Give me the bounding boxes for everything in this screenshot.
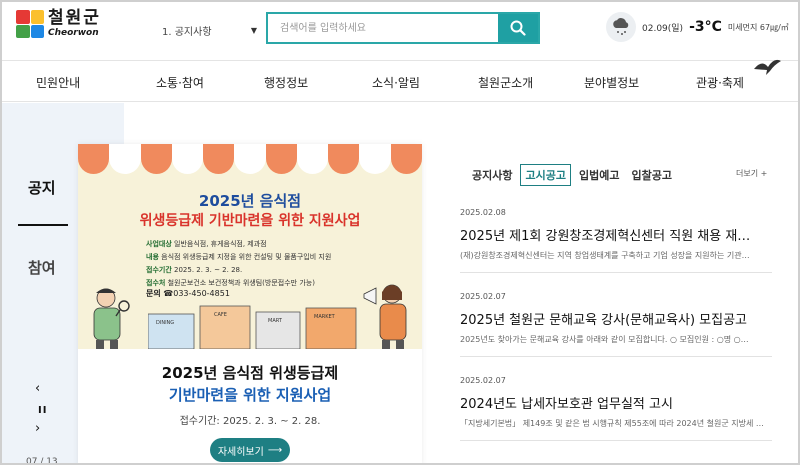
view-details-button[interactable]: 자세히보기 ⟶ xyxy=(210,438,290,462)
list-item[interactable]: 2025.02.07 2024년도 납세자보호관 업무실적 고시 「지방세기본법… xyxy=(460,376,772,429)
notice-date: 2025.02.07 xyxy=(460,292,506,301)
tab-bid-notices[interactable]: 입찰공고 xyxy=(627,165,675,185)
poster-awning xyxy=(78,144,422,182)
weather-widget: 02.09(일) -3°C 미세먼지 67㎍/㎥ xyxy=(606,12,789,42)
list-item[interactable]: 2025.02.07 2025년 철원군 문해교육 강사(문해교육사) 모집공고… xyxy=(460,292,772,345)
notice-title: 2025년 제1회 강원창조경제혁신센터 직원 채용 재… xyxy=(460,229,751,244)
category-select-value: 1. 공지사항 xyxy=(162,26,212,38)
notice-date: 2025.02.08 xyxy=(460,208,506,217)
notice-description: (재)강원창조경제혁신센터는 지역 창업생태계를 구축하고 기업 성장을 지원하… xyxy=(460,251,750,260)
poster-details: 사업대상 일반음식점, 휴게음식점, 제과점 내용 음식점 위생등급제 지정을 … xyxy=(146,240,332,287)
prev-slide-button[interactable]: ‹ xyxy=(35,381,40,396)
arrow-right-icon: ⟶ xyxy=(267,444,283,456)
search-icon xyxy=(510,20,526,36)
weather-temperature: -3°C xyxy=(689,19,722,35)
main-nav: 민원안내 소통·참여 행정정보 소식·알림 철원군소개 분야별정보 관광·축제 xyxy=(2,59,798,102)
notice-title: 2025년 철원군 문해교육 강사(문해교육사) 모집공고 xyxy=(460,313,747,328)
poster-phone: 문의 ☎033-450-4851 xyxy=(146,289,230,298)
nav-item-fields[interactable]: 분야별정보 xyxy=(584,74,639,91)
feature-poster-image: 2025년 음식점 위생등급제 기반마련을 위한 지원사업 사업대상 일반음식점… xyxy=(78,144,422,349)
tab-public-notices[interactable]: 고시공고 xyxy=(520,164,571,186)
weather-date: 02.09(일) xyxy=(642,23,684,34)
slide-counter: 07 / 13 xyxy=(26,457,58,465)
logo-text-en: Cheorwon xyxy=(48,28,99,38)
person-megaphone-illustration xyxy=(363,284,407,349)
feature-card[interactable]: 2025년 음식점 위생등급제 기반마련을 위한 지원사업 사업대상 일반음식점… xyxy=(78,144,422,463)
tab-legislation-notices[interactable]: 입법예고 xyxy=(575,165,623,185)
tab-announcements[interactable]: 공지사항 xyxy=(468,165,516,185)
nav-item-communication[interactable]: 소통·참여 xyxy=(156,74,204,91)
shop-sign-cafe: CAFE xyxy=(214,312,227,318)
nav-item-about[interactable]: 철원군소개 xyxy=(478,74,533,91)
site-logo[interactable]: 철원군 Cheorwon xyxy=(16,10,101,38)
notice-description: 2025년도 찾아가는 문해교육 강사를 아래와 같이 모집합니다. ○ 모집인… xyxy=(460,335,749,344)
poster-title: 2025년 음식점 xyxy=(198,192,302,210)
feature-title: 2025년 음식점 위생등급제 xyxy=(161,364,339,382)
shop-sign-mart: MART xyxy=(268,318,283,324)
tab-notice[interactable]: 공지 xyxy=(28,177,56,198)
storefront-illustration: DINING CAFE MART MARKET xyxy=(148,305,357,349)
divider xyxy=(460,272,772,273)
weather-fine-dust: 미세먼지 67㎍/㎥ xyxy=(727,22,789,32)
nav-item-news[interactable]: 소식·알림 xyxy=(372,74,420,91)
next-slide-button[interactable]: › xyxy=(35,421,40,436)
shop-sign-market: MARKET xyxy=(314,314,336,320)
crane-bird-icon xyxy=(754,59,781,75)
feature-subtitle: 기반마련을 위한 지원사업 xyxy=(168,386,332,404)
feature-period: 접수기간: 2025. 2. 3. ~ 2. 28. xyxy=(179,416,321,427)
tab-participation[interactable]: 참여 xyxy=(28,257,56,278)
pause-slide-button[interactable]: II xyxy=(38,405,47,416)
chevron-down-icon: ▼ xyxy=(250,25,257,35)
notice-date: 2025.02.07 xyxy=(460,376,506,385)
search-button[interactable] xyxy=(498,14,538,42)
page-frame: 철원군 Cheorwon 1. 공지사항 ▼ 검색어를 입력하세요 02.09(… xyxy=(0,0,800,465)
logo-mark-icon xyxy=(16,10,44,38)
shop-sign-dining: DINING xyxy=(156,320,174,326)
person-magnifier-illustration xyxy=(93,288,130,349)
active-tab-indicator xyxy=(18,224,68,226)
divider xyxy=(460,356,772,357)
snow-cloud-icon xyxy=(606,12,636,42)
nav-item-civil[interactable]: 민원안내 xyxy=(36,74,80,91)
notice-category-tabs: 공지사항 고시공고 입법예고 입찰공고 xyxy=(468,164,676,186)
poster-subtitle: 위생등급제 기반마련을 위한 지원사업 xyxy=(139,213,361,229)
search-input[interactable] xyxy=(268,14,498,42)
header: 철원군 Cheorwon 1. 공지사항 ▼ 검색어를 입력하세요 02.09(… xyxy=(2,2,798,60)
logo-text: 철원군 xyxy=(48,8,101,28)
nav-item-admin-info[interactable]: 행정정보 xyxy=(264,74,308,91)
view-details-label: 자세히보기 xyxy=(217,446,264,458)
notice-title: 2024년도 납세자보호관 업무실적 고시 xyxy=(460,397,673,412)
search-bar xyxy=(266,12,540,44)
notice-description: 「지방세기본법」 제149조 및 같은 법 시행규칙 제55조에 따라 2024… xyxy=(460,419,764,428)
category-select[interactable]: 1. 공지사항 ▼ xyxy=(162,22,257,38)
nav-item-tourism[interactable]: 관광·축제 xyxy=(696,74,744,91)
more-link[interactable]: 더보기 + xyxy=(736,168,767,179)
divider xyxy=(460,440,772,441)
list-item[interactable]: 2025.02.08 2025년 제1회 강원창조경제혁신센터 직원 채용 재…… xyxy=(460,208,772,261)
